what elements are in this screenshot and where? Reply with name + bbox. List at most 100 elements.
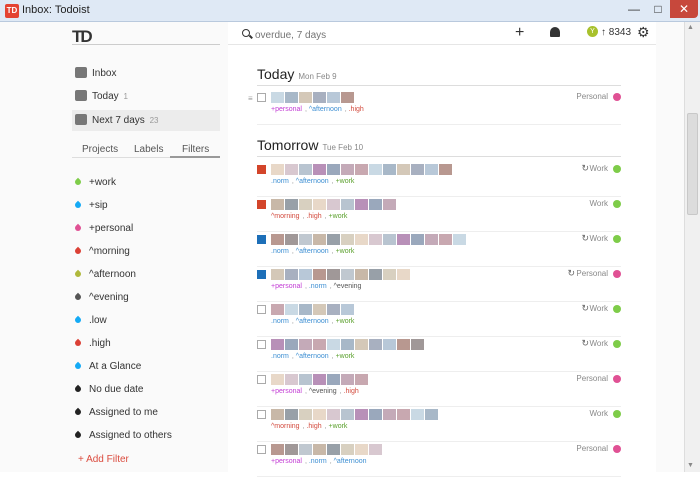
karma-count[interactable]: ↑ 8343 (601, 27, 631, 38)
task-checkbox[interactable] (257, 200, 266, 209)
search-icon[interactable] (242, 29, 250, 37)
task-label[interactable]: +personal (271, 106, 302, 113)
task-label[interactable]: +work (329, 213, 348, 220)
nav-next-7-days[interactable]: Next 7 days 23 (72, 110, 220, 131)
task-row[interactable]: ^morning, .high, +work Work (257, 407, 621, 442)
task-row[interactable]: .norm, ^afternoon, +work ↻ Work (257, 337, 621, 372)
task-row[interactable]: ≡ +personal, ^afternoon, .high Personal (248, 90, 621, 125)
task-checkbox[interactable] (257, 270, 266, 279)
task-label[interactable]: .norm (271, 178, 289, 185)
task-label[interactable]: ^afternoon (296, 248, 329, 255)
task-checkbox[interactable] (257, 445, 266, 454)
task-project-name[interactable]: Personal (576, 374, 608, 383)
task-project-name[interactable]: Work (589, 164, 608, 173)
redacted-block (383, 164, 396, 175)
task-row[interactable]: +personal, .norm, ^evening ↻ Personal (257, 267, 621, 302)
scroll-up-arrow-icon[interactable]: ▲ (687, 24, 694, 31)
task-label[interactable]: ^afternoon (334, 458, 367, 465)
nav-inbox[interactable]: Inbox (72, 63, 220, 84)
task-label[interactable]: +work (336, 318, 355, 325)
task-project-name[interactable]: Work (589, 339, 608, 348)
task-checkbox[interactable] (257, 235, 266, 244)
filter-label: +personal (89, 223, 134, 234)
redacted-block (397, 339, 410, 350)
task-label[interactable]: ^afternoon (296, 178, 329, 185)
recurring-icon: ↻ (567, 268, 575, 278)
task-label[interactable]: .norm (271, 353, 289, 360)
redacted-block (341, 234, 354, 245)
task-label[interactable]: .high (306, 423, 321, 430)
task-label[interactable]: +work (336, 353, 355, 360)
task-label[interactable]: +personal (271, 458, 302, 465)
task-label[interactable]: ^evening (334, 283, 362, 290)
task-checkbox[interactable] (257, 410, 266, 419)
task-checkbox[interactable] (257, 305, 266, 314)
redacted-block (327, 339, 340, 350)
tab-projects[interactable]: Projects (82, 144, 118, 156)
notifications-bell-icon[interactable] (550, 27, 560, 37)
task-project-name[interactable]: Work (589, 199, 608, 208)
task-label[interactable]: ^afternoon (309, 106, 342, 113)
settings-gear-icon[interactable]: ⚙ (637, 24, 650, 41)
filter-label: No due date (89, 384, 144, 395)
task-project-name[interactable]: Work (589, 234, 608, 243)
task-label[interactable]: .norm (309, 458, 327, 465)
task-label[interactable]: +personal (271, 283, 302, 290)
task-project-name[interactable]: Personal (576, 92, 608, 101)
task-label[interactable]: .high (349, 106, 364, 113)
redacted-block (425, 409, 438, 420)
task-label[interactable]: +work (336, 178, 355, 185)
redacted-block (271, 269, 284, 280)
task-label[interactable]: ^morning (271, 213, 300, 220)
tab-labels[interactable]: Labels (134, 144, 163, 156)
search-input[interactable] (255, 28, 455, 42)
task-checkbox[interactable] (257, 340, 266, 349)
task-label[interactable]: ^evening (309, 388, 337, 395)
karma-icon[interactable]: Y (587, 26, 598, 37)
minimize-button[interactable]: — (622, 0, 646, 18)
task-row[interactable]: .norm, ^afternoon, +work ↻ Work (257, 232, 621, 267)
task-label[interactable]: +work (336, 248, 355, 255)
drag-handle-icon[interactable]: ≡ (248, 94, 253, 103)
close-window-button[interactable]: ✕ (670, 0, 698, 18)
redacted-block (453, 234, 466, 245)
redacted-block (369, 199, 382, 210)
redacted-block (341, 164, 354, 175)
task-checkbox[interactable] (257, 375, 266, 384)
task-checkbox[interactable] (257, 165, 266, 174)
add-filter-button[interactable]: + Add Filter (78, 454, 129, 465)
scrollbar-thumb[interactable] (687, 113, 698, 215)
add-task-icon[interactable]: + (515, 24, 524, 42)
nav-today[interactable]: Today 1 (72, 86, 220, 107)
task-row[interactable]: +personal, ^evening, .high Personal (257, 372, 621, 407)
scrollbar[interactable]: ▲ ▼ (684, 22, 700, 472)
task-label[interactable]: ^afternoon (296, 318, 329, 325)
task-label[interactable]: +work (329, 423, 348, 430)
maximize-button[interactable]: □ (646, 0, 670, 18)
task-project-name[interactable]: Personal (576, 444, 608, 453)
task-project-name[interactable]: Work (589, 409, 608, 418)
task-label[interactable]: .norm (271, 248, 289, 255)
task-label[interactable]: .norm (271, 318, 289, 325)
task-label[interactable]: ^afternoon (296, 353, 329, 360)
task-label[interactable]: ^morning (271, 423, 300, 430)
task-row[interactable]: ^morning, .high, +work Work (257, 197, 621, 232)
tab-filters[interactable]: Filters (182, 144, 209, 156)
redacted-block (355, 199, 368, 210)
task-row[interactable]: .norm, ^afternoon, +work ↻ Work (257, 162, 621, 197)
task-label[interactable]: .high (306, 213, 321, 220)
redacted-block (341, 199, 354, 210)
task-project-name[interactable]: Personal (576, 269, 608, 278)
project-color-dot (613, 305, 621, 313)
redacted-block (285, 199, 298, 210)
task-checkbox[interactable] (257, 93, 266, 102)
scroll-down-arrow-icon[interactable]: ▼ (687, 462, 694, 469)
task-label[interactable]: .high (344, 388, 359, 395)
label-separator: , (331, 178, 336, 185)
task-row[interactable]: .norm, ^afternoon, +work ↻ Work (257, 302, 621, 337)
redacted-block (369, 409, 382, 420)
task-label[interactable]: .norm (309, 283, 327, 290)
task-project-name[interactable]: Work (589, 304, 608, 313)
logo-divider (72, 44, 220, 45)
task-label[interactable]: +personal (271, 388, 302, 395)
